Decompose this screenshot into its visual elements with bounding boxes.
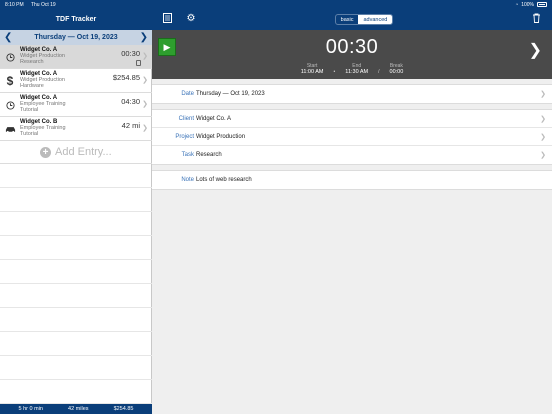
total-hours: 5 hr 0 min [18,406,43,412]
empty-row [0,164,152,188]
entry-task: Tutorial [20,107,39,113]
battery-percent: 100% [521,1,534,8]
car-icon [4,119,16,139]
empty-row [0,236,152,260]
entry-task: Research [20,59,44,65]
date-label: Date [181,91,194,97]
chevron-right-icon: ❯ [142,53,148,60]
total-miles: 42 miles [68,406,89,412]
segment-basic[interactable]: basic [336,15,359,24]
report-icon[interactable] [160,13,174,26]
empty-row [0,188,152,212]
list-item[interactable]: Widget Co. A Employee Training Tutorial … [0,93,152,117]
task-value: Research [196,152,222,158]
date-navigator: ❮ Thursday — Oct 19, 2023 ❯ [0,30,152,45]
clock-icon [4,47,16,67]
date-value: Thursday — Oct 19, 2023 [196,91,265,97]
task-row[interactable]: Task Research ❯ [152,146,552,164]
plus-icon: + [40,146,51,158]
segment-advanced[interactable]: advanced [358,15,393,24]
status-date: Thu Oct 19 [30,1,56,8]
client-value: Widget Co. A [196,115,232,122]
status-time: 8:10 PM [5,1,24,8]
chevron-right-icon[interactable]: ❯ [529,40,542,60]
chevron-right-icon: ❯ [540,133,546,141]
entry-task: Hardware [20,83,44,89]
details-section: Client Widget Co. A ❯ Project Widget Pro… [152,109,552,165]
entry-value: 04:30 [121,97,140,106]
task-label: Task [181,152,194,158]
clock-icon [4,95,16,115]
chevron-right-icon: ❯ [142,125,148,132]
status-bar: 8:10 PM Thu Oct 19 ◔ 100% [0,0,552,9]
wifi-icon: ◔ [515,1,519,8]
entry-task: Tutorial [20,131,39,137]
detail-toolbar: ⚙ basic advanced [152,9,552,30]
project-value: Widget Production [196,133,246,140]
chevron-right-icon: ❯ [540,152,546,159]
note-value: Lots of web research [196,177,252,183]
entry-detail-pane: ⚙ basic advanced ▶ 00:30 ❯ Start 11:00 A… [152,0,552,414]
entry-value: 42 mi [121,121,140,130]
list-item[interactable]: Widget Co. B Employee Training Tutorial … [0,117,152,141]
empty-row [0,332,152,356]
client-label: Client [178,115,194,122]
note-row[interactable]: Note Lots of web research [152,171,552,189]
note-label: Note [181,177,194,183]
separator-slash: / [378,69,380,75]
empty-row [0,284,152,308]
list-item[interactable]: $ Widget Co. A Widget Production Hardwar… [0,69,152,93]
current-date: Thursday — Oct 19, 2023 [34,34,118,41]
entry-value: 00:30 [121,49,140,58]
break-value: 00:00 [389,69,404,75]
project-row[interactable]: Project Widget Production ❯ [152,128,552,146]
start-time-field[interactable]: Start 11:00 AM [301,63,324,75]
empty-row [0,260,152,284]
app-title: TDF Tracker [0,9,152,30]
break-time-field[interactable]: Break 00:00 [390,63,404,75]
battery-icon [537,2,547,7]
chevron-right-icon: ❯ [142,101,148,108]
empty-row [0,356,152,380]
empty-row [0,212,152,236]
note-section: Note Lots of web research [152,170,552,190]
mode-segmented-control: basic advanced [334,14,394,25]
project-label: Project [175,133,194,140]
settings-gear-icon[interactable]: ⚙ [184,13,198,26]
elapsed-time: 00:30 [325,36,379,58]
end-time-field[interactable]: End 11:30 AM [345,63,368,75]
end-value: 11:30 AM [345,69,369,75]
entry-value: $254.85 [112,73,140,82]
trash-icon[interactable] [530,13,544,26]
chevron-right-icon: ❯ [540,91,546,98]
date-row[interactable]: Date Thursday — Oct 19, 2023 ❯ [152,85,552,103]
date-section: Date Thursday — Oct 19, 2023 ❯ [152,84,552,104]
chevron-right-icon: ❯ [142,77,148,84]
totals-footer: 5 hr 0 min 42 miles $254.85 [0,404,152,414]
total-amount: $254.85 [113,406,134,412]
timer-panel: ▶ 00:30 ❯ Start 11:00 AM • End 11:30 AM … [152,30,552,79]
add-entry-label: Add Entry... [55,146,112,158]
start-end-break: Start 11:00 AM • End 11:30 AM / Break 00… [152,63,552,75]
previous-day-icon[interactable]: ❮ [4,32,12,43]
note-icon [136,60,141,66]
start-value: 11:00 AM [300,69,324,75]
empty-row [0,308,152,332]
empty-row [0,380,152,404]
dollar-icon: $ [6,74,14,88]
next-day-icon[interactable]: ❯ [140,32,148,43]
list-item[interactable]: Widget Co. A Widget Production Research … [0,45,152,69]
separator-dot: • [333,69,336,75]
client-row[interactable]: Client Widget Co. A ❯ [152,110,552,128]
chevron-right-icon: ❯ [540,115,546,123]
add-entry-button[interactable]: + Add Entry... [0,141,152,164]
entry-list: Widget Co. A Widget Production Research … [0,45,152,404]
entry-list-pane: TDF Tracker ❮ Thursday — Oct 19, 2023 ❯ … [0,0,152,414]
